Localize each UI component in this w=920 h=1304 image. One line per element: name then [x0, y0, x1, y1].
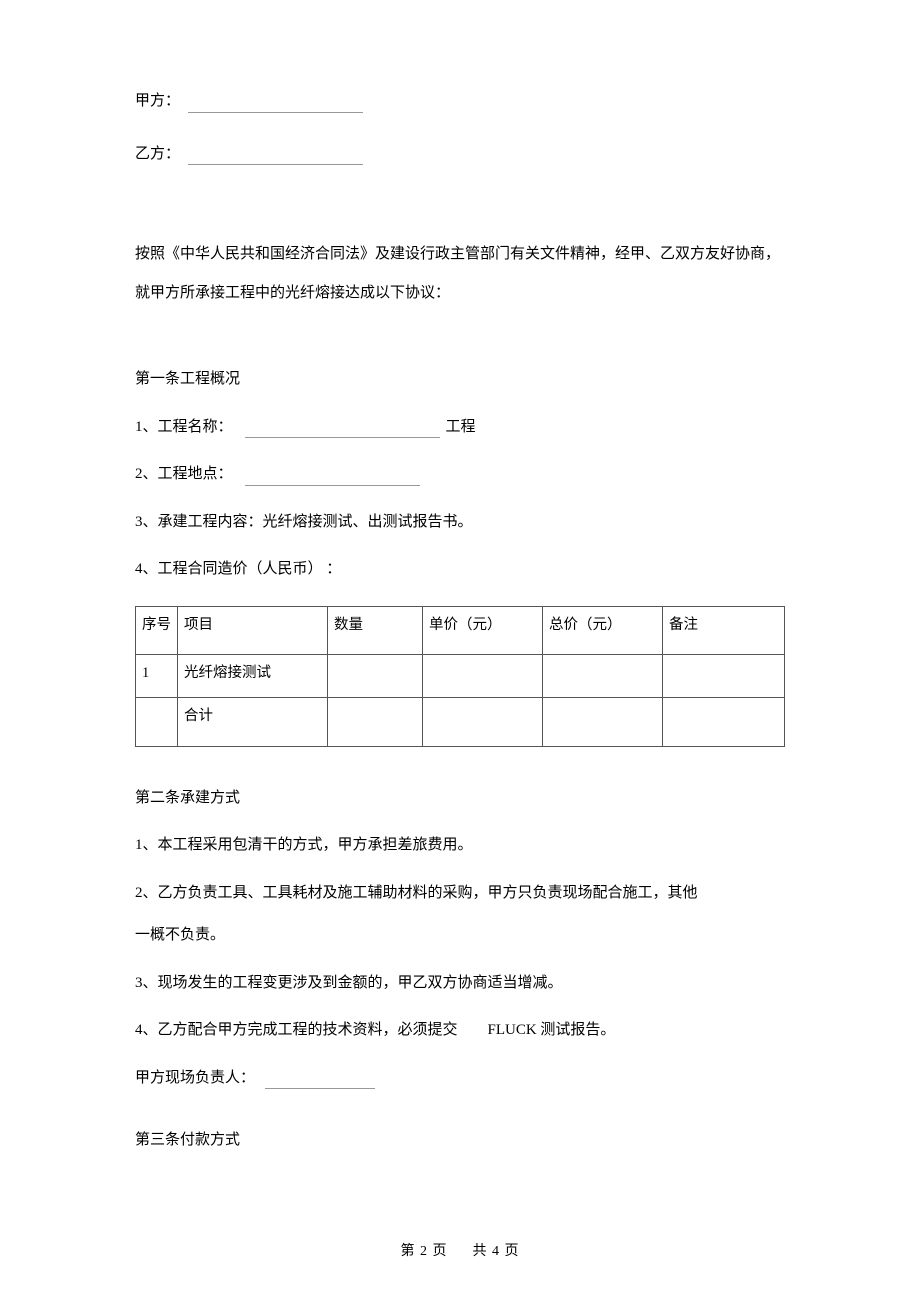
project-price-line: 4、工程合同造价（人民币） ：	[135, 558, 785, 581]
s2-item2a: 2、乙方负责工具、工具耗材及施工辅助材料的采购，甲方只负责现场配合施工，其他	[135, 882, 785, 905]
site-lead-label: 甲方现场负责人：	[135, 1067, 255, 1090]
section-1: 第一条工程概况 1、工程名称： 工程 2、工程地点： 3、承建工程内容：光纤熔接…	[135, 368, 785, 747]
project-content-line: 3、承建工程内容：光纤熔接测试、出测试报告书。	[135, 511, 785, 534]
th-qty: 数量	[328, 606, 423, 655]
project-name-suffix: 工程	[446, 416, 476, 439]
section-2: 第二条承建方式 1、本工程采用包清干的方式，甲方承担差旅费用。 2、乙方负责工具…	[135, 787, 785, 1090]
project-name-blank	[245, 420, 440, 438]
s2-item1: 1、本工程采用包清干的方式，甲方承担差旅费用。	[135, 834, 785, 857]
document-page: 甲方： 乙方： 按照《中华人民共和国经济合同法》及建设行政主管部门有关文件精神，…	[0, 0, 920, 1152]
td-item: 光纤熔接测试	[178, 655, 328, 698]
td-no: 1	[136, 655, 178, 698]
price-table: 序号 项目 数量 单价（元） 总价（元） 备注 1 光纤熔接测试 合计	[135, 606, 785, 747]
td-unit	[423, 655, 543, 698]
td-no	[136, 698, 178, 747]
th-no: 序号	[136, 606, 178, 655]
th-item: 项目	[178, 606, 328, 655]
project-location-blank	[245, 468, 420, 486]
page-footer: 第 2 页 共 4 页	[0, 1240, 920, 1260]
project-location-line: 2、工程地点：	[135, 463, 785, 486]
party-b-blank	[188, 147, 363, 165]
s2-item3: 3、现场发生的工程变更涉及到金额的，甲乙双方协商适当增减。	[135, 972, 785, 995]
party-b-line: 乙方：	[135, 143, 785, 166]
td-qty	[328, 655, 423, 698]
td-unit	[423, 698, 543, 747]
party-a-line: 甲方：	[135, 90, 785, 113]
table-row: 1 光纤熔接测试	[136, 655, 785, 698]
party-a-label: 甲方：	[135, 90, 180, 113]
th-total: 总价（元）	[543, 606, 663, 655]
project-location-label: 2、工程地点：	[135, 463, 233, 486]
project-name-line: 1、工程名称： 工程	[135, 416, 785, 439]
th-note: 备注	[663, 606, 785, 655]
footer-page-total: 共 4 页	[473, 1244, 520, 1259]
section-1-title: 第一条工程概况	[135, 368, 785, 391]
s2-item2b: 一概不负责。	[135, 924, 785, 947]
party-b-label: 乙方：	[135, 143, 180, 166]
th-unit: 单价（元）	[423, 606, 543, 655]
site-lead-line: 甲方现场负责人：	[135, 1067, 785, 1090]
td-item: 合计	[178, 698, 328, 747]
s2-item4: 4、乙方配合甲方完成工程的技术资料，必须提交 FLUCK 测试报告。	[135, 1019, 785, 1042]
td-total	[543, 698, 663, 747]
td-note	[663, 655, 785, 698]
section-2-title: 第二条承建方式	[135, 787, 785, 810]
table-header-row: 序号 项目 数量 单价（元） 总价（元） 备注	[136, 606, 785, 655]
td-total	[543, 655, 663, 698]
footer-page-current: 第 2 页	[401, 1244, 448, 1259]
site-lead-blank	[265, 1071, 375, 1089]
section-3-title: 第三条付款方式	[135, 1129, 785, 1152]
intro-paragraph: 按照《中华人民共和国经济合同法》及建设行政主管部门有关文件精神，经甲、乙双方友好…	[135, 235, 785, 313]
td-note	[663, 698, 785, 747]
section-3: 第三条付款方式	[135, 1129, 785, 1152]
table-row: 合计	[136, 698, 785, 747]
td-qty	[328, 698, 423, 747]
party-a-blank	[188, 95, 363, 113]
project-name-label: 1、工程名称：	[135, 416, 233, 439]
